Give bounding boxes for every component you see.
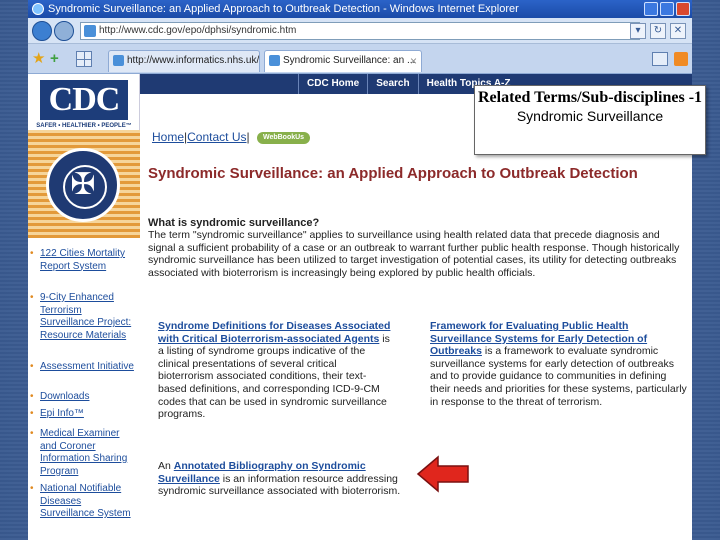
url-text: http://www.cdc.gov/epo/dphsi/syndromic.h… (99, 25, 297, 36)
callout-title: Related Terms/Sub-disciplines -1 (477, 89, 703, 106)
dropdown-arrow-icon[interactable]: ▾ (630, 23, 646, 39)
address-bar: http://www.cdc.gov/epo/dphsi/syndromic.h… (28, 18, 692, 44)
bibliography-block: An Annotated Bibliography on Syndromic S… (158, 460, 408, 498)
sidebar-item-assessment[interactable]: Assessment Initiative (30, 361, 138, 374)
utility-links: Home|Contact Us| WebBookUs (152, 130, 311, 144)
syndrome-definitions-block: Syndrome Definitions for Diseases Associ… (158, 320, 392, 421)
hhs-seal-icon (46, 148, 120, 222)
sidebar-item-epi-info[interactable]: Epi Info™ (30, 408, 138, 421)
red-arrow-icon (416, 455, 469, 493)
sidebar-item-9-city[interactable]: 9-City Enhanced Terrorism Surveillance P… (30, 292, 138, 342)
cdc-logo[interactable]: CDC (40, 80, 128, 120)
syndrome-definitions-link[interactable]: Syndrome Definitions for Diseases Associ… (158, 320, 390, 345)
sidebar-item-downloads[interactable]: Downloads (30, 391, 138, 404)
tab-informatics[interactable]: http://www.informatics.nhs.uk/d... (108, 50, 260, 72)
forward-button[interactable] (54, 21, 74, 41)
page-title: Syndromic Surveillance: an Applied Appro… (148, 165, 638, 182)
add-favorite-icon[interactable]: + (50, 51, 66, 67)
callout-subtitle: Syndromic Surveillance (516, 108, 664, 124)
page-icon (84, 25, 96, 37)
section-heading: What is syndromic surveillance? (148, 217, 320, 229)
contact-us-link[interactable]: Contact Us (187, 130, 246, 144)
stop-icon[interactable]: ✕ (670, 23, 686, 39)
url-field[interactable]: http://www.cdc.gov/epo/dphsi/syndromic.h… (80, 22, 640, 40)
tab-bar: ★ + http://www.informatics.nhs.uk/d... S… (28, 44, 692, 74)
sidebar-item-122-cities[interactable]: 122 Cities Mortality Report System (30, 248, 138, 273)
intro-paragraph: The term "syndromic surveillance" applie… (148, 229, 680, 279)
sidebar-item-nndss[interactable]: National Notifiable Diseases Surveillanc… (30, 483, 138, 521)
window-titlebar: Syndromic Surveillance: an Applied Appro… (28, 0, 692, 18)
close-button[interactable] (676, 2, 690, 16)
tab-syndromic-surveillance[interactable]: Syndromic Surveillance: an ... × (264, 50, 422, 72)
cdc-logo-area: CDC SAFER • HEALTHIER • PEOPLE™ (28, 74, 140, 130)
quick-tabs-icon[interactable] (76, 51, 92, 67)
refresh-icon[interactable]: ↻ (650, 23, 666, 39)
syndrome-definitions-text: is a listing of syndrome groups indicati… (158, 332, 390, 421)
callout-box: Related Terms/Sub-disciplines -1 Syndrom… (474, 85, 706, 155)
nav-search[interactable]: Search (367, 74, 417, 94)
nav-cdc-home[interactable]: CDC Home (298, 74, 367, 94)
favorites-star-icon[interactable]: ★ (32, 51, 48, 67)
page-icon (113, 55, 124, 66)
page-icon (269, 55, 280, 66)
sidebar-item-medical-examiner[interactable]: Medical Examiner and Coroner Information… (30, 428, 138, 478)
bibliography-prefix: An (158, 460, 174, 472)
back-button[interactable] (32, 21, 52, 41)
feeds-icon[interactable] (674, 52, 688, 66)
tab-close-icon[interactable]: × (410, 51, 417, 71)
cdc-tagline: SAFER • HEALTHIER • PEOPLE™ (36, 123, 132, 129)
maximize-button[interactable] (660, 2, 674, 16)
home-icon[interactable] (652, 52, 668, 66)
minimize-button[interactable] (644, 2, 658, 16)
home-link[interactable]: Home (152, 130, 184, 144)
tab-label: http://www.informatics.nhs.uk/d... (127, 55, 260, 66)
ie-logo-icon (32, 3, 44, 15)
framework-block: Framework for Evaluating Public Health S… (430, 320, 688, 408)
tab-label: Syndromic Surveillance: an ... (283, 55, 416, 66)
sidebar: 122 Cities Mortality Report System 9-Cit… (28, 238, 140, 540)
window-title: Syndromic Surveillance: an Applied Appro… (48, 3, 519, 15)
browser-window: Syndromic Surveillance: an Applied Appro… (28, 0, 692, 540)
webbookus-button[interactable]: WebBookUs (256, 131, 311, 144)
